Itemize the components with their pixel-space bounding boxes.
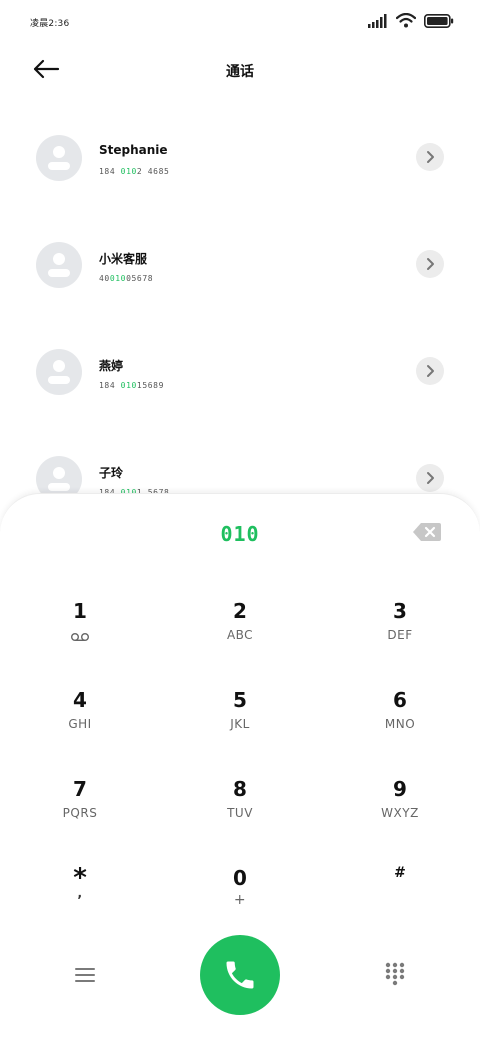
person-icon [48,146,70,170]
dial-input[interactable]: 010 [0,522,480,546]
contact-detail-button[interactable] [416,357,444,385]
contact-detail-button[interactable] [416,143,444,171]
contact-name: 小米客服 [99,252,148,266]
contact-detail-button[interactable] [416,250,444,278]
avatar [36,349,82,395]
chevron-right-icon [427,258,434,270]
contact-number: 184 01015689 [99,381,165,390]
matched-digits: 010 [109,274,127,283]
chevron-right-icon [427,472,434,484]
contact-item[interactable]: 燕婷 184 01015689 [0,320,480,427]
wifi-icon [396,13,416,28]
voicemail-icon [71,633,89,642]
key-7[interactable]: 7 PQRS [20,777,140,847]
key-9[interactable]: 9 WXYZ [340,777,460,847]
contact-number: 184 0102 4685 [99,167,170,176]
status-bar: 凌晨2:36 [0,0,480,44]
phone-icon [226,961,254,989]
dialpad-icon [385,962,405,986]
contact-name: 子玲 [99,466,124,480]
battery-icon [424,13,454,28]
contact-name: 燕婷 [99,359,124,373]
key-8[interactable]: 8 TUV [180,777,300,847]
page-title: 通话 [226,64,254,80]
contact-item[interactable]: 小米客服 4001005678 [0,213,480,320]
key-3[interactable]: 3 DEF [340,599,460,669]
signal-icon [368,13,387,28]
chevron-right-icon [427,151,434,163]
key-star[interactable]: * , [20,865,140,936]
key-1[interactable]: 1 [20,599,140,669]
contact-list: Stephanie 184 0102 4685 小米客服 4001005678 [0,106,480,534]
status-time: 凌晨2:36 [30,19,70,29]
menu-button[interactable] [70,961,100,989]
key-4[interactable]: 4 GHI [20,688,140,758]
person-icon [48,360,70,384]
key-hash[interactable]: # [340,861,460,931]
key-5[interactable]: 5 JKL [180,688,300,758]
key-2[interactable]: 2 ABC [180,599,300,669]
contact-name: Stephanie [99,143,168,157]
header: 通话 [0,44,480,96]
person-icon [48,253,70,277]
menu-icon [75,968,95,982]
call-button[interactable] [200,935,280,1015]
contact-number: 4001005678 [99,274,154,283]
matched-digits: 010 [120,167,137,176]
dialpad-toggle-button[interactable] [380,959,410,989]
avatar [36,242,82,288]
key-6[interactable]: 6 MNO [340,688,460,758]
matched-digits: 010 [120,381,137,390]
backspace-icon [413,523,441,541]
contact-detail-button[interactable] [416,464,444,492]
contact-item[interactable]: Stephanie 184 0102 4685 [0,106,480,213]
backspace-button[interactable] [412,522,442,542]
key-0[interactable]: 0 + [180,866,300,936]
chevron-right-icon [427,365,434,377]
avatar [36,135,82,181]
dialpad-sheet: 010 1 2 ABC 3 DEF 4 GHI 5 JKL 6 MNO 7 PQ… [0,493,480,1041]
